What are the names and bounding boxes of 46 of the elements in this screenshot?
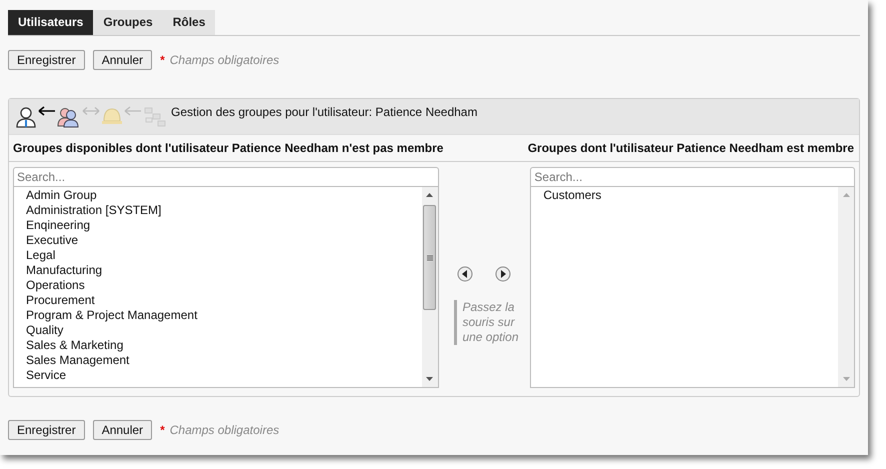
- required-asterisk: *: [160, 423, 165, 437]
- panel-title: Gestion des groupes pour l'utilisateur: Patience Needham: [171, 105, 478, 119]
- search-field[interactable]: Search...: [530, 167, 855, 187]
- move-left-button[interactable]: [457, 266, 474, 282]
- list-item[interactable]: Program & Project Management: [26, 308, 422, 323]
- group-list[interactable]: Customers: [530, 187, 855, 388]
- required-note: Champs obligatoires: [170, 423, 280, 437]
- scroll-down-icon[interactable]: [426, 377, 433, 381]
- list-item[interactable]: Service: [26, 368, 422, 383]
- list-item[interactable]: Quality: [26, 323, 422, 338]
- double-arrow-icon: [82, 106, 100, 116]
- users-icon: [57, 106, 81, 128]
- arrow-left-icon: [124, 106, 142, 116]
- list-item[interactable]: Executive: [26, 233, 422, 248]
- scrollbar-thumb[interactable]: [423, 205, 436, 310]
- list-item[interactable]: Manufacturing: [26, 263, 422, 278]
- group-list[interactable]: Admin Group Administration [SYSTEM] Enqineering Executive Legal Manufacturing Operations Procurement Program & Project Management Quality Sales & Marketing Sales Management Service: [13, 187, 438, 388]
- tab[interactable]: Rôles: [162, 10, 216, 35]
- scrollbar[interactable]: [422, 187, 438, 387]
- column-heading: Groupes dont l'utilisateur Patience Needham est membre: [528, 141, 854, 155]
- network-icon: [143, 106, 167, 128]
- search-field[interactable]: Search...: [13, 167, 438, 187]
- move-right-button[interactable]: [495, 266, 512, 282]
- list-item[interactable]: Customers: [543, 188, 838, 203]
- list-item[interactable]: Sales & Marketing: [26, 338, 422, 353]
- list-item[interactable]: Administration [SYSTEM]: [26, 203, 422, 218]
- list-item[interactable]: Admin Group: [26, 188, 422, 203]
- save-button[interactable]: Enregistrer: [8, 50, 85, 70]
- list-item[interactable]: Procurement: [26, 293, 422, 308]
- hard-hat-icon: [101, 106, 123, 126]
- required-asterisk: *: [160, 53, 165, 67]
- scroll-up-icon[interactable]: [426, 193, 433, 197]
- user-icon: [15, 106, 37, 128]
- cancel-button[interactable]: Annuler: [92, 420, 152, 440]
- tab[interactable]: Groupes: [93, 10, 163, 35]
- arrow-left-icon: [38, 106, 56, 116]
- list-item[interactable]: Enqineering: [26, 218, 422, 233]
- list-item[interactable]: Legal: [26, 248, 422, 263]
- column-heading: Groupes disponibles dont l'utilisateur Patience Needham n'est pas membre: [13, 141, 444, 155]
- required-note: Champs obligatoires: [170, 53, 280, 67]
- save-button[interactable]: Enregistrer: [8, 420, 85, 440]
- list-item[interactable]: Sales Management: [26, 353, 422, 368]
- cancel-button[interactable]: Annuler: [92, 50, 152, 70]
- list-item[interactable]: Operations: [26, 278, 422, 293]
- hover-hint: Passez la souris sur une option: [454, 300, 524, 345]
- tab[interactable]: Utilisateurs: [8, 10, 94, 35]
